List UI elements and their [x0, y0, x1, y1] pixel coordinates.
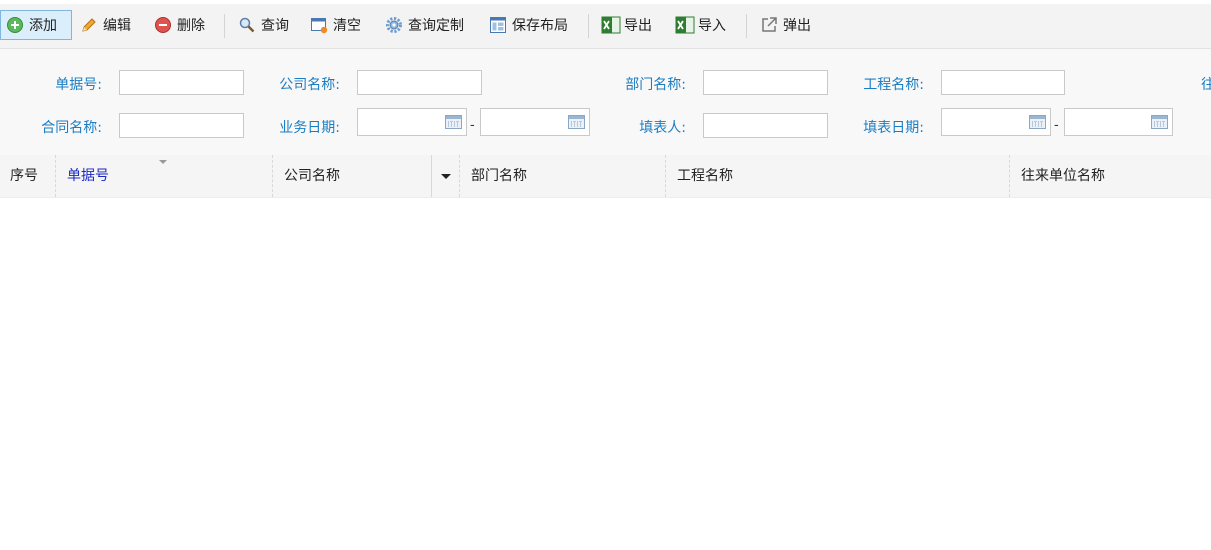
add-button[interactable]: 添加 — [0, 10, 72, 40]
edit-label: 编辑 — [103, 18, 131, 34]
query-custom-button[interactable]: 查询定制 — [385, 10, 464, 40]
pencil-icon — [80, 16, 98, 34]
doc-no-input[interactable] — [119, 70, 244, 95]
fill-date-from-input[interactable] — [942, 109, 1037, 135]
save-layout-button[interactable]: 保存布局 — [489, 10, 568, 40]
biz-date-label: 业务日期: — [279, 120, 340, 136]
export-button[interactable]: 导出 — [601, 10, 652, 40]
grid-body — [0, 198, 1211, 550]
excel-export-icon — [601, 16, 621, 34]
toolbar-separator — [224, 14, 225, 38]
add-label: 添加 — [29, 18, 57, 34]
company-input[interactable] — [357, 70, 482, 95]
biz-date-from-input[interactable] — [358, 109, 453, 135]
toolbar-separator — [746, 14, 747, 38]
import-button[interactable]: 导入 — [675, 10, 726, 40]
column-header-partner[interactable]: 往来单位名称 — [1009, 155, 1211, 197]
delete-label: 删除 — [177, 18, 205, 34]
calendar-icon[interactable] — [1029, 115, 1046, 129]
sort-indicator-icon — [159, 160, 167, 164]
filler-label: 填表人: — [639, 120, 686, 136]
layout-icon — [489, 16, 507, 34]
contract-input[interactable] — [119, 113, 244, 138]
delete-button[interactable]: 删除 — [154, 10, 205, 40]
dept-input[interactable] — [703, 70, 828, 95]
popup-button[interactable]: 弹出 — [760, 10, 811, 40]
partner-label: 往 — [1201, 77, 1211, 93]
query-form — [0, 49, 1211, 155]
fill-date-to[interactable] — [1064, 108, 1173, 136]
fill-date-from[interactable] — [941, 108, 1051, 136]
toolbar-separator — [588, 14, 589, 38]
excel-import-icon — [675, 16, 695, 34]
import-label: 导入 — [698, 18, 726, 34]
company-label: 公司名称: — [279, 77, 340, 93]
doc-no-label: 单据号: — [55, 77, 102, 93]
calendar-icon[interactable] — [1151, 115, 1168, 129]
filler-input[interactable] — [703, 113, 828, 138]
date-range-separator: - — [1054, 118, 1059, 133]
save-layout-label: 保存布局 — [512, 18, 568, 34]
column-header-index[interactable]: 序号 — [0, 155, 55, 197]
clear-button[interactable]: 清空 — [310, 10, 361, 40]
toolbar: 添加 编辑 删除 查询 清空 查询定制 保存布局 导出 导入 弹出 — [0, 4, 1211, 49]
delete-icon — [154, 16, 172, 34]
add-icon — [6, 16, 24, 34]
gear-icon — [385, 16, 403, 34]
dept-label: 部门名称: — [625, 77, 686, 93]
biz-date-to-input[interactable] — [481, 109, 576, 135]
project-input[interactable] — [941, 70, 1065, 95]
biz-date-to[interactable] — [480, 108, 590, 136]
query-button[interactable]: 查询 — [238, 10, 289, 40]
calendar-icon[interactable] — [568, 115, 585, 129]
query-label: 查询 — [261, 18, 289, 34]
clear-label: 清空 — [333, 18, 361, 34]
magnifier-icon — [238, 16, 256, 34]
project-label: 工程名称: — [863, 77, 924, 93]
query-custom-label: 查询定制 — [408, 18, 464, 34]
clear-window-icon — [310, 16, 328, 34]
export-label: 导出 — [624, 18, 652, 34]
column-header-project[interactable]: 工程名称 — [665, 155, 1009, 197]
grid-header: 序号 单据号 公司名称 部门名称 工程名称 往来单位名称 — [0, 155, 1211, 198]
popup-icon — [760, 16, 778, 34]
contract-label: 合同名称: — [41, 120, 102, 136]
column-header-dept[interactable]: 部门名称 — [459, 155, 665, 197]
fill-date-label: 填表日期: — [863, 120, 924, 136]
column-header-company[interactable]: 公司名称 — [272, 155, 431, 197]
chevron-down-icon — [441, 173, 451, 179]
fill-date-to-input[interactable] — [1065, 109, 1159, 135]
calendar-icon[interactable] — [445, 115, 462, 129]
date-range-separator: - — [470, 118, 475, 133]
edit-button[interactable]: 编辑 — [80, 10, 131, 40]
column-menu-dropdown[interactable] — [431, 155, 460, 197]
biz-date-from[interactable] — [357, 108, 467, 136]
popup-label: 弹出 — [783, 18, 811, 34]
